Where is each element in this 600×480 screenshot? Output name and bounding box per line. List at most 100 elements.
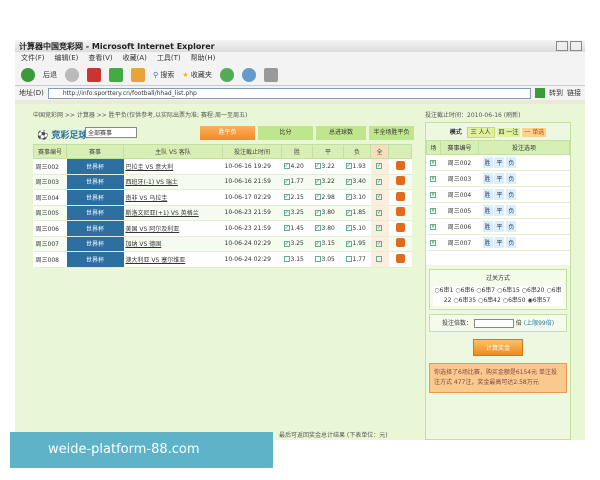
- select-all-checkbox[interactable]: ✓: [376, 209, 382, 216]
- action-cell[interactable]: [388, 189, 412, 206]
- checkbox[interactable]: ✓: [283, 163, 290, 170]
- option-chip[interactable]: 平: [494, 205, 505, 216]
- back-button[interactable]: 后退: [43, 70, 57, 80]
- teams-link[interactable]: 美国 VS 阿尔及利亚: [123, 220, 223, 237]
- teams-link[interactable]: 澳大利亚 VS 塞尔维亚: [123, 251, 223, 268]
- odds-win[interactable]: ✓ 4.20: [281, 158, 313, 175]
- calculate-button[interactable]: 计算奖金: [472, 339, 523, 356]
- tab-score[interactable]: 比分: [258, 126, 313, 140]
- select-all-cell[interactable]: ✓: [370, 158, 389, 175]
- go-button[interactable]: 转到: [549, 88, 563, 98]
- forward-icon[interactable]: [65, 67, 79, 82]
- checkbox[interactable]: ✓: [314, 194, 321, 201]
- back-icon[interactable]: [21, 67, 35, 82]
- option-chip[interactable]: 平: [494, 189, 505, 200]
- order-icon[interactable]: [395, 176, 405, 186]
- option-chip[interactable]: 负: [506, 205, 517, 216]
- action-cell[interactable]: [388, 251, 412, 268]
- option-chip[interactable]: 胜: [482, 189, 493, 200]
- odds-loss[interactable]: ✓ 5.10: [343, 220, 371, 237]
- odds-draw[interactable]: ✓ 3.22: [312, 158, 344, 175]
- order-icon[interactable]: [395, 238, 405, 248]
- pass-option[interactable]: ○6串35: [453, 297, 476, 304]
- go-icon[interactable]: [535, 88, 545, 98]
- option-chip[interactable]: 平: [494, 173, 505, 184]
- option-chip[interactable]: 负: [506, 237, 517, 248]
- remove-cell[interactable]: ×: [426, 218, 441, 235]
- teams-link[interactable]: 西班牙(-1) VS 瑞士: [123, 174, 223, 190]
- pass-option[interactable]: ○6串7: [476, 287, 495, 294]
- checkbox[interactable]: [314, 256, 321, 263]
- odds-win[interactable]: ✓ 3.25: [281, 205, 313, 221]
- menu-edit[interactable]: 编辑(E): [55, 53, 79, 63]
- teams-link[interactable]: 加纳 VS 德国: [123, 236, 223, 252]
- pass-option[interactable]: ○6串15: [497, 287, 520, 294]
- action-cell[interactable]: [388, 174, 412, 190]
- checkbox[interactable]: ✓: [314, 209, 321, 216]
- remove-cell[interactable]: ×: [426, 234, 441, 251]
- checkbox[interactable]: ✓: [345, 209, 352, 216]
- odds-loss[interactable]: ✓ 3.40: [343, 174, 371, 190]
- print-icon[interactable]: [263, 67, 278, 82]
- checkbox[interactable]: ✓: [283, 194, 290, 201]
- mode-option[interactable]: 一 单选: [522, 128, 547, 137]
- order-icon[interactable]: [395, 222, 405, 232]
- odds-draw[interactable]: ✓ 3.80: [312, 220, 344, 237]
- checkbox[interactable]: ✓: [345, 194, 352, 201]
- remove-cell[interactable]: ×: [426, 170, 441, 187]
- teams-link[interactable]: 南非 VS 乌拉圭: [123, 189, 223, 206]
- option-chip[interactable]: 胜: [482, 205, 493, 216]
- teams-link[interactable]: 斯洛文尼亚(+1) VS 英格兰: [123, 205, 223, 221]
- checkbox[interactable]: ✓: [314, 225, 321, 232]
- pass-option[interactable]: ○6串42: [478, 297, 501, 304]
- remove-cell[interactable]: ×: [426, 186, 441, 203]
- multiplier-input[interactable]: [473, 319, 514, 328]
- refresh-icon[interactable]: [109, 67, 123, 82]
- pass-option[interactable]: ○6串50: [503, 297, 526, 304]
- tab-total-goals[interactable]: 总进球数: [316, 126, 366, 140]
- select-all-checkbox[interactable]: ✓: [376, 194, 382, 201]
- order-icon[interactable]: [395, 191, 405, 201]
- odds-loss[interactable]: ✓ 3.10: [343, 189, 371, 206]
- mode-option[interactable]: 三 人人: [466, 127, 495, 138]
- links-button[interactable]: 链接: [567, 88, 581, 98]
- checkbox[interactable]: ✓: [345, 178, 352, 185]
- history-icon[interactable]: [219, 67, 234, 82]
- remove-icon[interactable]: ×: [430, 159, 436, 166]
- select-all-checkbox[interactable]: ✓: [376, 225, 382, 232]
- menu-view[interactable]: 查看(V): [88, 53, 112, 63]
- select-all-cell[interactable]: [370, 251, 389, 268]
- option-chip[interactable]: 平: [494, 221, 505, 232]
- select-all-checkbox[interactable]: ✓: [376, 178, 382, 185]
- remove-icon[interactable]: ×: [430, 207, 436, 214]
- checkbox[interactable]: ✓: [345, 163, 352, 170]
- mode-option[interactable]: 四 一注: [496, 128, 521, 137]
- checkbox[interactable]: ✓: [314, 240, 321, 247]
- odds-loss[interactable]: ✓ 1.95: [343, 236, 371, 252]
- search-button[interactable]: ⚲ 搜索: [153, 70, 174, 80]
- select-all-cell[interactable]: ✓: [370, 236, 389, 252]
- select-all-cell[interactable]: ✓: [370, 189, 389, 206]
- odds-win[interactable]: 3.15: [281, 251, 313, 268]
- option-chip[interactable]: 平: [494, 237, 505, 248]
- option-chip[interactable]: 负: [506, 173, 517, 184]
- pass-option[interactable]: ○6串1: [434, 287, 453, 294]
- option-chip[interactable]: 胜: [482, 221, 493, 232]
- odds-draw[interactable]: ✓ 3.80: [312, 205, 344, 221]
- option-chip[interactable]: 胜: [482, 237, 493, 248]
- favorites-button[interactable]: ★ 收藏夹: [182, 70, 212, 80]
- select-all-checkbox[interactable]: [376, 256, 382, 263]
- option-chip[interactable]: 胜: [482, 157, 493, 168]
- checkbox[interactable]: ✓: [314, 163, 321, 170]
- order-icon[interactable]: [395, 207, 405, 217]
- remove-icon[interactable]: ×: [430, 191, 436, 198]
- option-chip[interactable]: 平: [494, 157, 505, 168]
- odds-draw[interactable]: 3.05: [312, 251, 344, 268]
- odds-loss[interactable]: ✓ 1.93: [343, 158, 371, 175]
- odds-loss[interactable]: 1.77: [343, 251, 371, 268]
- select-all-cell[interactable]: ✓: [370, 205, 389, 221]
- action-cell[interactable]: [388, 236, 412, 252]
- odds-draw[interactable]: ✓ 3.22: [312, 174, 344, 190]
- checkbox[interactable]: ✓: [345, 240, 352, 247]
- remove-icon[interactable]: ×: [430, 175, 436, 182]
